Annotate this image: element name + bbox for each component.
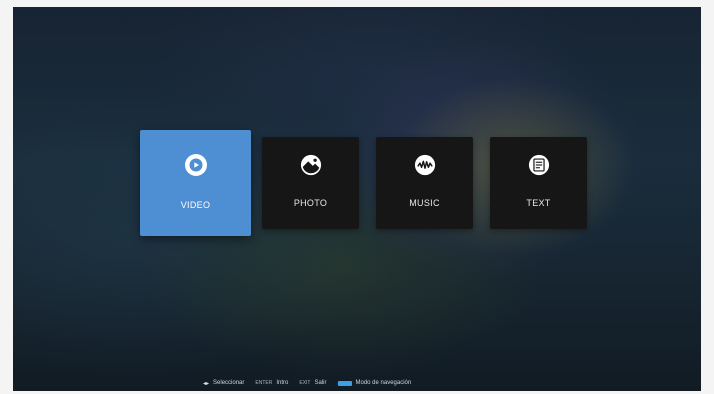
media-player-screen: VIDEO PHOTO MUSIC TEXT ◂▸ Seleccionar EN… xyxy=(13,7,701,391)
music-icon xyxy=(414,154,435,176)
navigation-mode-hint-label: Modo de navegación xyxy=(355,380,412,386)
navigation-mode-hint: Modo de navegación xyxy=(337,380,412,386)
photo-icon xyxy=(300,154,321,176)
exit-hint-label: Salir xyxy=(314,380,327,386)
enter-hint-label: Intro xyxy=(276,380,289,386)
select-hint-label: Seleccionar xyxy=(213,380,245,386)
enter-key-icon: ENTER xyxy=(255,380,273,386)
select-hint: ◂▸ Seleccionar xyxy=(203,380,244,387)
exit-key-icon: EXIT xyxy=(299,380,311,386)
left-right-arrows-icon: ◂▸ xyxy=(203,380,210,387)
video-tile-label: VIDEO xyxy=(180,200,211,210)
music-tile-label: MUSIC xyxy=(409,198,440,208)
photo-tile[interactable]: PHOTO xyxy=(262,137,359,229)
blue-key-icon xyxy=(337,380,352,386)
text-icon xyxy=(528,154,549,176)
video-icon xyxy=(184,154,207,176)
text-tile-label: TEXT xyxy=(526,198,551,208)
music-tile[interactable]: MUSIC xyxy=(376,137,473,229)
enter-hint: ENTER Intro xyxy=(255,380,288,386)
video-tile[interactable]: VIDEO xyxy=(140,130,251,236)
exit-hint: EXIT Salir xyxy=(299,380,326,386)
media-type-menu: VIDEO PHOTO MUSIC TEXT xyxy=(140,130,590,240)
text-tile[interactable]: TEXT xyxy=(490,137,587,229)
remote-hint-bar: ◂▸ Seleccionar ENTER Intro EXIT Salir Mo… xyxy=(203,377,422,389)
photo-tile-label: PHOTO xyxy=(293,198,328,208)
